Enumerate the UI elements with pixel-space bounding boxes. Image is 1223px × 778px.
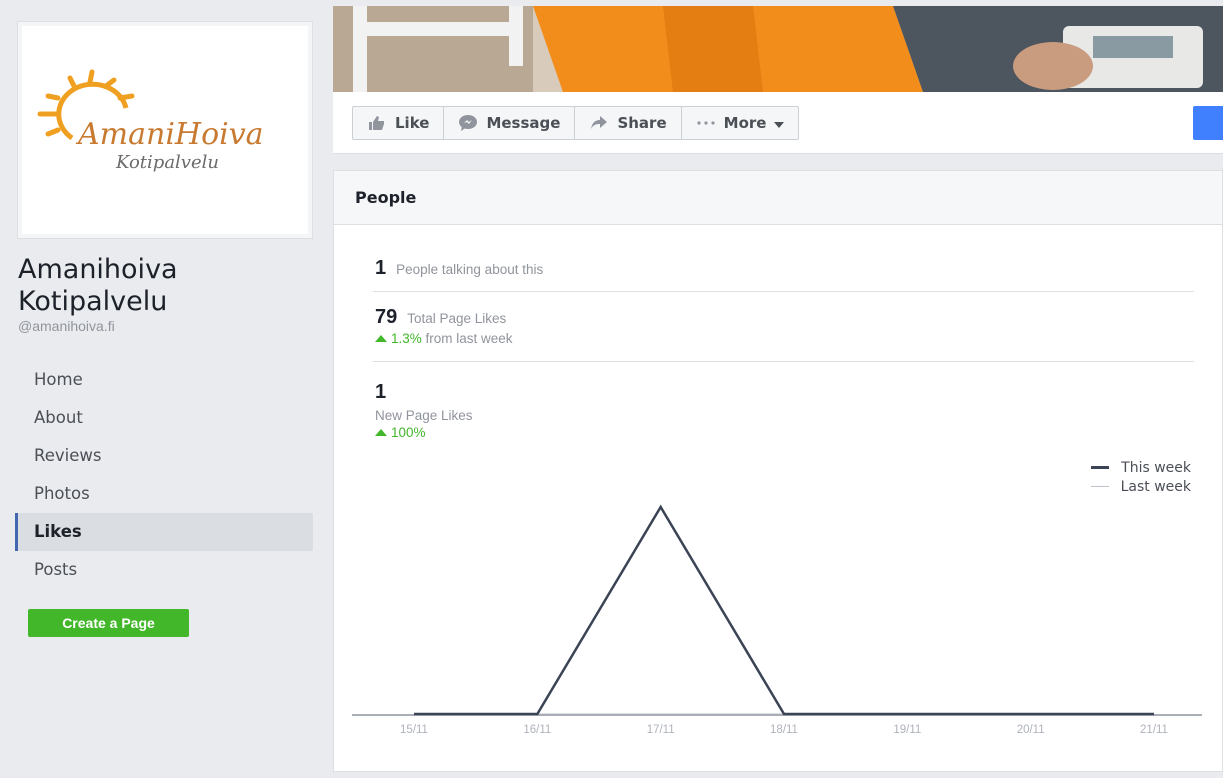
caret-down-icon bbox=[774, 114, 785, 132]
new-likes-change: 100% bbox=[375, 425, 473, 440]
page-handle[interactable]: @amanihoiva.fi bbox=[18, 318, 115, 334]
divider bbox=[373, 361, 1194, 362]
nav-item-home[interactable]: Home bbox=[15, 361, 313, 399]
x-tick-label: 15/11 bbox=[400, 724, 428, 736]
people-talking-count: 1 bbox=[375, 257, 387, 279]
nav-item-likes[interactable]: Likes bbox=[15, 513, 313, 551]
page-action-bar: Like Message Share More bbox=[333, 92, 1223, 154]
total-page-likes-label: Total Page Likes bbox=[407, 311, 507, 326]
total-page-likes-stat: 79 Total Page Likes 1.3% from last week bbox=[375, 306, 513, 346]
people-talking-stat: 1 People talking about this bbox=[375, 257, 543, 280]
new-likes-change-percent: 100% bbox=[391, 425, 426, 440]
profile-picture[interactable]: AmaniHoiva Kotipalvelu bbox=[17, 21, 313, 239]
share-button[interactable]: Share bbox=[575, 107, 682, 139]
x-tick-label: 16/11 bbox=[523, 724, 551, 736]
nav-item-posts[interactable]: Posts bbox=[15, 551, 313, 589]
nav-item-photos[interactable]: Photos bbox=[15, 475, 313, 513]
like-button[interactable]: Like bbox=[353, 107, 445, 139]
increase-arrow-icon bbox=[375, 429, 387, 436]
share-button-label: Share bbox=[617, 114, 667, 132]
page-nav: Home About Reviews Photos Likes Posts bbox=[15, 361, 313, 589]
x-tick-label: 21/11 bbox=[1140, 724, 1168, 736]
increase-arrow-icon bbox=[375, 335, 387, 342]
x-tick-label: 17/11 bbox=[647, 724, 675, 736]
series-line-this-week bbox=[414, 504, 1154, 716]
total-likes-change-percent: 1.3% bbox=[391, 331, 422, 346]
people-talking-label: People talking about this bbox=[396, 262, 544, 277]
page-title: Amanihoiva Kotipalvelu bbox=[18, 254, 178, 318]
divider bbox=[373, 291, 1194, 292]
message-button-label: Message bbox=[486, 114, 561, 132]
nav-item-reviews[interactable]: Reviews bbox=[15, 437, 313, 475]
new-page-likes-count: 1 bbox=[375, 381, 387, 403]
x-tick-label: 18/11 bbox=[770, 724, 798, 736]
action-button-group: Like Message Share More bbox=[352, 106, 800, 140]
page-title-line-1: Amanihoiva bbox=[18, 254, 178, 285]
logo-brand-text: AmaniHoiva bbox=[75, 117, 264, 152]
more-button-label: More bbox=[723, 114, 767, 132]
nav-item-about[interactable]: About bbox=[15, 399, 313, 437]
x-tick-label: 19/11 bbox=[893, 724, 921, 736]
speech-bubble-icon bbox=[458, 115, 478, 131]
cover-photo-image bbox=[333, 6, 1223, 92]
amanihoiva-logo: AmaniHoiva Kotipalvelu bbox=[37, 69, 264, 173]
ellipsis-icon bbox=[696, 115, 716, 131]
cover-photo[interactable] bbox=[333, 6, 1223, 92]
new-page-likes-label: New Page Likes bbox=[375, 408, 473, 423]
message-button[interactable]: Message bbox=[444, 107, 576, 139]
logo-tagline-text: Kotipalvelu bbox=[115, 152, 219, 173]
new-page-likes-stat: 1 New Page Likes 100% bbox=[375, 381, 473, 440]
more-button[interactable]: More bbox=[682, 107, 799, 139]
create-page-button[interactable]: Create a Page bbox=[28, 609, 189, 637]
legend-swatch-this-week bbox=[1091, 466, 1110, 469]
left-column: AmaniHoiva Kotipalvelu Amanihoiva Kotipa… bbox=[6, 6, 326, 772]
people-panel-title: People bbox=[334, 171, 1222, 225]
people-panel: People 1 People talking about this 79 Tota… bbox=[333, 170, 1223, 772]
x-tick-label: 20/11 bbox=[1017, 724, 1045, 736]
thumbs-up-icon bbox=[367, 115, 387, 131]
like-button-label: Like bbox=[395, 114, 430, 132]
primary-action-button[interactable] bbox=[1193, 106, 1223, 140]
share-arrow-icon bbox=[589, 115, 609, 131]
total-likes-change-suffix: from last week bbox=[421, 331, 513, 346]
total-likes-change: 1.3% from last week bbox=[375, 331, 513, 346]
new-page-likes-chart: 15/11 16/11 17/11 18/11 19/11 20/11 21/11 bbox=[352, 504, 1202, 736]
page-title-line-2: Kotipalvelu bbox=[18, 286, 168, 317]
total-page-likes-count: 79 bbox=[375, 306, 398, 328]
